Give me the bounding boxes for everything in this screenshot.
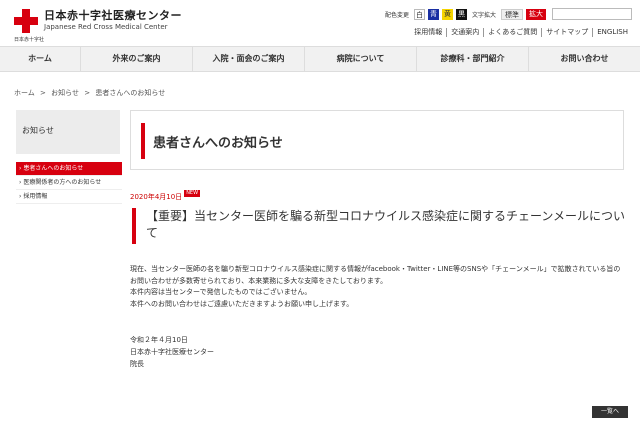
color-change-label: 配色変更 xyxy=(384,11,409,19)
breadcrumb-separator: > xyxy=(84,89,91,97)
breadcrumb: ホーム > お知らせ > 患者さんへのお知らせ xyxy=(14,88,168,98)
site-header: 日本赤十字社医療センター Japanese Red Cross Medical … xyxy=(0,0,640,46)
gnav-inpatient[interactable]: 入院・面会のご案内 xyxy=(192,47,304,71)
search-input[interactable] xyxy=(552,8,632,20)
article-signature: 令和２年４月10日 日本赤十字社医療センター 院長 xyxy=(130,334,214,370)
sidebar-item-recruit[interactable]: › 採用情報 xyxy=(16,190,122,204)
article-paragraph: 現在、当センター医師の名を騙り新型コロナウイルス感染症に関する情報がfacebo… xyxy=(130,265,621,285)
font-size-label: 文字拡大 xyxy=(471,11,496,19)
heading-accent-bar xyxy=(141,123,145,159)
article-title: 【重要】当センター医師を騙る新型コロナウイルス感染症に関するチェーンメールについ… xyxy=(132,208,626,244)
link-faq[interactable]: よくあるご質問 xyxy=(483,28,541,37)
font-standard-button[interactable]: 標準 xyxy=(501,8,523,20)
color-blue-button[interactable]: 青 xyxy=(427,8,439,20)
breadcrumb-home[interactable]: ホーム xyxy=(14,89,35,97)
logo-japanese: 日本赤十字社医療センター xyxy=(44,9,182,22)
gnav-outpatient[interactable]: 外来のご案内 xyxy=(80,47,192,71)
article-date: 2020年4月10日 xyxy=(130,193,183,201)
link-sitemap[interactable]: サイトマップ xyxy=(541,28,592,37)
logo-subtext: 日本赤十字社 xyxy=(14,37,45,43)
signature-org: 日本赤十字社医療センター xyxy=(130,348,214,356)
gnav-about[interactable]: 病院について xyxy=(304,47,416,71)
utility-bar: 配色変更 白 青 黄 黒 文字拡大 標準 拡大 xyxy=(383,8,632,20)
sidebar-item-label: 患者さんへのお知らせ xyxy=(23,165,84,172)
page-heading-box: 患者さんへのお知らせ xyxy=(130,110,624,170)
color-yellow-button[interactable]: 黄 xyxy=(441,8,453,20)
article-paragraph: 本件へのお問い合わせはご遠慮いただきますようお願い申し上げます。 xyxy=(130,299,354,308)
header-sublinks: 採用情報 交通案内 よくあるご質問 サイトマップ ENGLISH xyxy=(410,28,632,37)
breadcrumb-current: 患者さんへのお知らせ xyxy=(95,89,166,97)
chevron-right-icon: › xyxy=(19,165,22,172)
chevron-right-icon: › xyxy=(19,193,22,200)
signature-date: 令和２年４月10日 xyxy=(130,336,188,344)
breadcrumb-separator: > xyxy=(40,89,46,97)
global-nav: ホーム 外来のご案内 入院・面会のご案内 病院について 診療科・部門紹介 お問い… xyxy=(0,46,640,72)
sidebar-item-label: 採用情報 xyxy=(23,193,48,200)
red-cross-icon xyxy=(14,9,38,33)
link-recruit[interactable]: 採用情報 xyxy=(410,28,446,37)
breadcrumb-news[interactable]: お知らせ xyxy=(51,89,79,97)
sidebar-menu: › 患者さんへのお知らせ › 医療関係者の方へのお知らせ › 採用情報 xyxy=(16,162,122,204)
link-access[interactable]: 交通案内 xyxy=(446,28,483,37)
signature-role: 院長 xyxy=(130,360,144,368)
article-paragraph: 本件内容は当センターで発信したものではございません。 xyxy=(130,288,312,296)
article-body: 現在、当センター医師の名を騙り新型コロナウイルス感染症に関する情報がfacebo… xyxy=(130,264,626,310)
logo-english: Japanese Red Cross Medical Center xyxy=(44,23,168,31)
gnav-home[interactable]: ホーム xyxy=(0,47,80,71)
color-white-button[interactable]: 白 xyxy=(413,8,425,20)
sidebar-title: お知らせ xyxy=(16,110,120,154)
article-date-row: 2020年4月10日 NEW xyxy=(130,190,201,202)
sidebar-item-label: 医療関係者の方へのお知らせ xyxy=(23,179,102,186)
color-black-button[interactable]: 黒 xyxy=(455,8,467,20)
chevron-right-icon: › xyxy=(19,179,22,186)
link-english[interactable]: ENGLISH xyxy=(592,28,632,37)
new-badge: NEW xyxy=(184,190,201,197)
gnav-departments[interactable]: 診療科・部門紹介 xyxy=(416,47,528,71)
site-logo[interactable]: 日本赤十字社医療センター Japanese Red Cross Medical … xyxy=(14,9,182,33)
page-title: 患者さんへのお知らせ xyxy=(153,136,283,151)
sidebar-item-patients[interactable]: › 患者さんへのお知らせ xyxy=(16,162,122,176)
sidebar-item-medical[interactable]: › 医療関係者の方へのお知らせ xyxy=(16,176,122,190)
font-large-button[interactable]: 拡大 xyxy=(526,8,546,20)
gnav-contact[interactable]: お問い合わせ xyxy=(528,47,640,71)
back-to-list-button[interactable]: 一覧へ xyxy=(592,406,628,418)
